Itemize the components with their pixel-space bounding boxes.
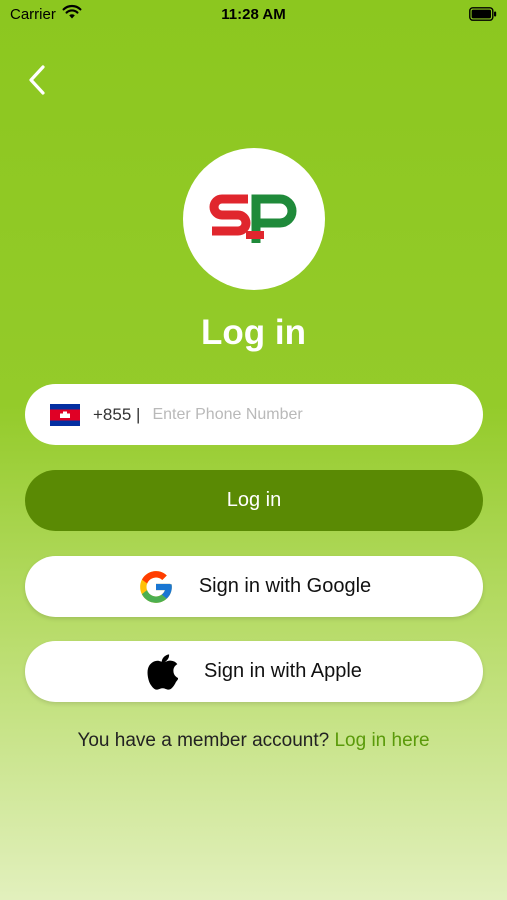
apple-sign-in-button[interactable]: Sign in with Apple xyxy=(25,641,483,702)
google-button-label: Sign in with Google xyxy=(198,575,372,597)
sp-logo-icon xyxy=(209,194,297,243)
apple-icon xyxy=(146,653,179,690)
login-here-link[interactable]: Log in here xyxy=(334,730,429,751)
cambodia-flag-icon[interactable] xyxy=(50,403,80,426)
page-title: Log in xyxy=(201,313,306,352)
status-bar: Carrier 11:28 AM xyxy=(0,0,507,28)
back-button[interactable] xyxy=(20,60,54,100)
login-button[interactable]: Log in xyxy=(25,470,483,531)
clock: 11:28 AM xyxy=(221,6,286,23)
phone-field: +855 | xyxy=(25,384,483,445)
country-code[interactable]: +855 | xyxy=(93,405,140,425)
battery-icon xyxy=(469,7,497,25)
google-sign-in-button[interactable]: Sign in with Google xyxy=(25,556,483,617)
member-login-prompt: You have a member account? Log in here xyxy=(0,730,507,752)
member-prompt-text: You have a member account? xyxy=(77,730,335,751)
google-icon xyxy=(137,568,175,606)
phone-input[interactable] xyxy=(152,405,423,424)
app-logo xyxy=(183,148,325,290)
chevron-left-icon xyxy=(29,65,45,95)
apple-button-label: Sign in with Apple xyxy=(204,660,362,682)
